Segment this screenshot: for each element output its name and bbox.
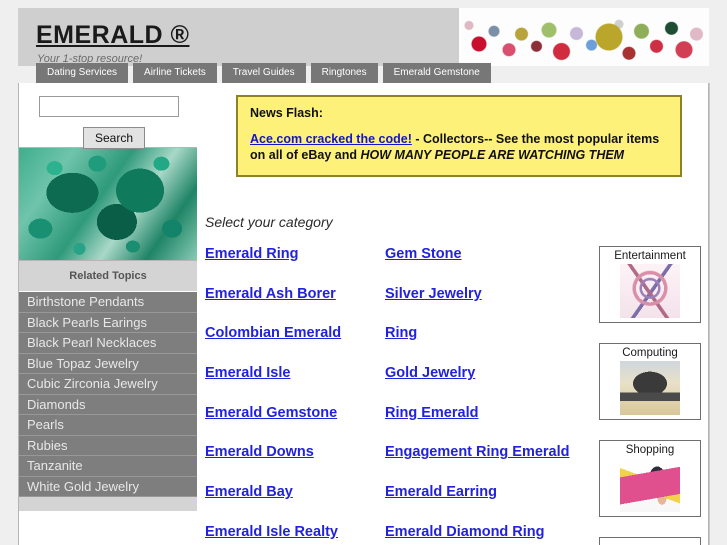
category-link-colombian-emerald[interactable]: Colombian Emerald (205, 325, 380, 343)
category-link-emerald-downs[interactable]: Emerald Downs (205, 444, 380, 462)
related-topics-list: Birthstone Pendants Black Pearls Earings… (19, 292, 197, 497)
news-flash-body: Ace.com cracked the code! - Collectors--… (250, 131, 668, 163)
search-button[interactable]: Search (83, 127, 146, 149)
desktop-computer-icon (620, 360, 680, 415)
category-link-emerald-gemstone[interactable]: Emerald Gemstone (205, 405, 380, 423)
category-link-ring[interactable]: Ring (385, 325, 580, 343)
tab-emerald-gemstone[interactable]: Emerald Gemstone (382, 63, 491, 83)
category-link-emerald-ash-borer[interactable]: Emerald Ash Borer (205, 286, 380, 304)
category-box-partial[interactable] (599, 537, 701, 545)
ferris-wheel-icon (620, 263, 680, 318)
emerald-crystals-photo (19, 148, 197, 261)
list-item[interactable]: Tanzanite (19, 456, 197, 477)
list-item[interactable]: Blue Topaz Jewelry (19, 353, 197, 374)
category-link-emerald-bay[interactable]: Emerald Bay (205, 484, 380, 502)
category-link-gold-jewelry[interactable]: Gold Jewelry (385, 365, 580, 383)
list-item[interactable]: Diamonds (19, 394, 197, 415)
list-item[interactable]: Black Pearl Necklaces (19, 333, 197, 354)
category-link-emerald-earring[interactable]: Emerald Earring (385, 484, 580, 502)
category-box-entertainment[interactable]: Entertainment (599, 246, 701, 323)
list-item[interactable]: Rubies (19, 435, 197, 456)
category-box-computing[interactable]: Computing (599, 343, 701, 420)
list-item[interactable]: Birthstone Pendants (19, 292, 197, 313)
category-column-two: Gem Stone Silver Jewelry Ring Gold Jewel… (385, 246, 580, 545)
category-link-gem-stone[interactable]: Gem Stone (385, 246, 580, 264)
list-item[interactable]: White Gold Jewelry (19, 476, 197, 497)
tab-travel-guides[interactable]: Travel Guides (221, 63, 306, 83)
category-column-one: Emerald Ring Emerald Ash Borer Colombian… (205, 246, 380, 545)
search-input[interactable] (39, 96, 179, 117)
category-link-ring-emerald[interactable]: Ring Emerald (385, 405, 580, 423)
category-link-emerald-isle-realty[interactable]: Emerald Isle Realty (205, 524, 380, 542)
category-box-label: Shopping (625, 444, 675, 456)
tab-ringtones[interactable]: Ringtones (310, 63, 378, 83)
select-category-heading: Select your category (205, 214, 333, 230)
search-panel: Search (19, 83, 197, 149)
category-box-column: Entertainment Computing Shopping (599, 246, 703, 545)
category-link-emerald-isle[interactable]: Emerald Isle (205, 365, 380, 383)
category-box-label: Entertainment (614, 250, 686, 262)
news-flash-title: News Flash: (250, 106, 323, 120)
sidebar-footer-strip (19, 497, 197, 511)
content-right-divider (709, 83, 710, 545)
content-canvas: Search Related Topics Birthstone Pendant… (18, 83, 710, 545)
list-item[interactable]: Pearls (19, 415, 197, 436)
shopper-with-bags-icon (620, 457, 680, 512)
page-root: EMERALD ® Your 1-stop resource! Dating S… (0, 0, 727, 545)
sidebar: Search Related Topics Birthstone Pendant… (19, 83, 197, 511)
category-link-emerald-ring[interactable]: Emerald Ring (205, 246, 380, 264)
category-link-silver-jewelry[interactable]: Silver Jewelry (385, 286, 580, 304)
related-topics-header: Related Topics (19, 261, 197, 292)
category-link-engagement-ring-emerald[interactable]: Engagement Ring Emerald (385, 444, 580, 462)
list-item[interactable]: Cubic Zirconia Jewelry (19, 374, 197, 395)
gemstones-banner-image (459, 8, 709, 66)
main-navigation: Dating Services Airline Tickets Travel G… (36, 63, 491, 83)
category-box-shopping[interactable]: Shopping (599, 440, 701, 517)
site-header: EMERALD ® Your 1-stop resource! (18, 8, 709, 66)
list-item[interactable]: Black Pearls Earings (19, 312, 197, 333)
news-flash-panel: News Flash: Ace.com cracked the code! - … (236, 95, 682, 177)
page-title: EMERALD ® (36, 21, 190, 49)
category-box-label: Computing (622, 347, 678, 359)
news-flash-emphasis: HOW MANY PEOPLE ARE WATCHING THEM (360, 148, 625, 162)
category-link-emerald-diamond-ring[interactable]: Emerald Diamond Ring (385, 524, 580, 542)
news-flash-link[interactable]: Ace.com cracked the code! (250, 132, 412, 146)
tab-airline-tickets[interactable]: Airline Tickets (133, 63, 217, 83)
tab-dating-services[interactable]: Dating Services (36, 63, 129, 83)
